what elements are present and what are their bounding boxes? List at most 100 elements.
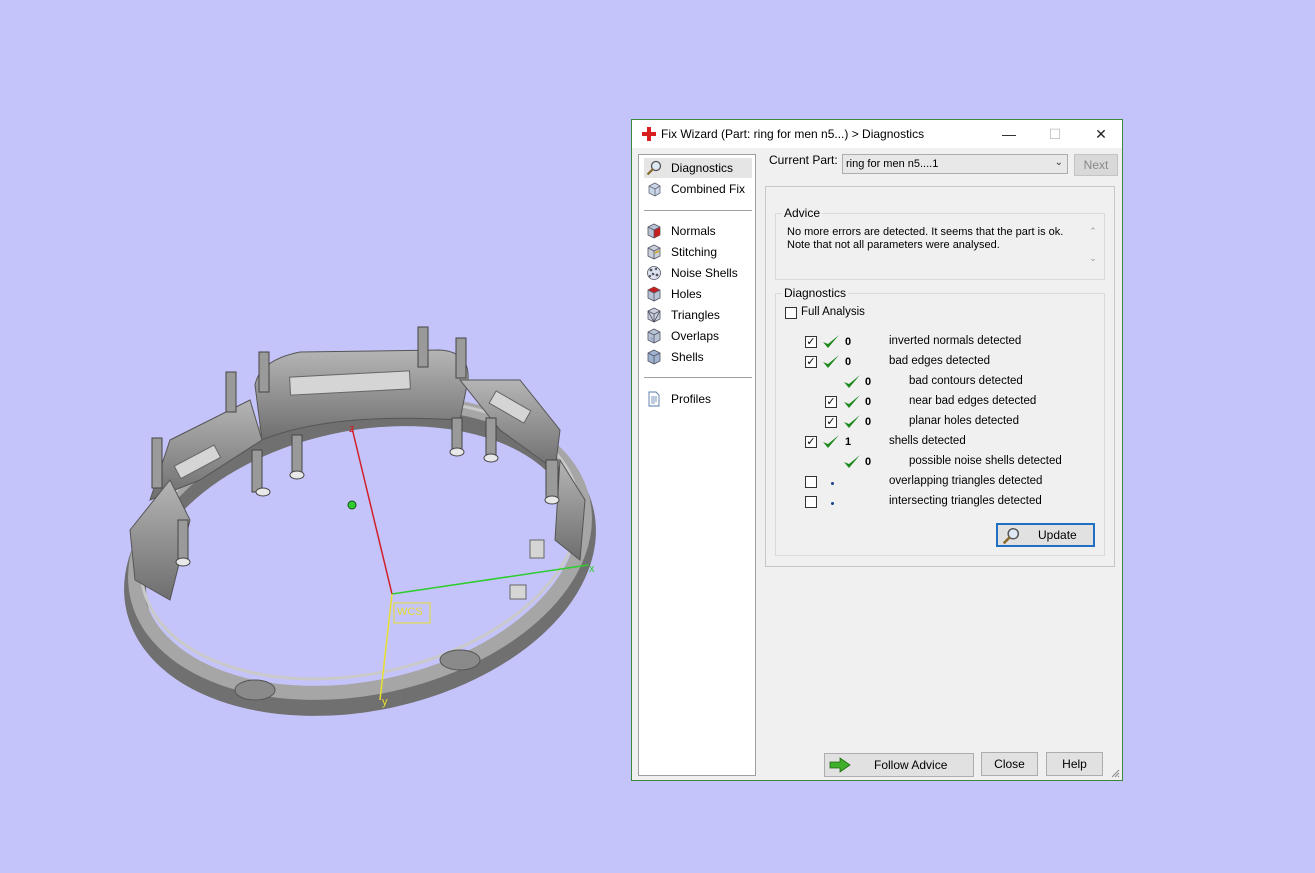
document-icon (648, 391, 660, 407)
planar-holes-checkbox[interactable]: ✓ (825, 416, 837, 428)
shells-count: 1 (845, 436, 852, 448)
shells-checkbox[interactable]: ✓ (805, 436, 817, 448)
noise-shells-count: 0 (865, 456, 872, 468)
ring-model-render (124, 326, 596, 716)
noise-shells-icon (647, 266, 661, 280)
current-part-select[interactable]: ring for men n5....1 ⌄ (842, 154, 1068, 174)
nav-label: Overlaps (671, 329, 720, 343)
intersecting-triangles-checkbox[interactable] (805, 496, 817, 508)
red-cross-icon (642, 127, 656, 141)
nav-item-shells[interactable]: Shells (644, 347, 752, 367)
near-bad-edges-checkbox[interactable]: ✓ (825, 396, 837, 408)
nav-label: Normals (671, 224, 716, 238)
inverted-normals-checkbox[interactable]: ✓ (805, 336, 817, 348)
near-bad-edges-count: 0 (865, 396, 872, 408)
bad-contours-label: bad contours detected (909, 375, 1023, 387)
nav-item-stitching[interactable]: Stitching (644, 242, 752, 262)
planar-holes-label: planar holes detected (909, 415, 1019, 427)
cube-hole-icon (647, 286, 661, 302)
close-window-button[interactable]: ✕ (1078, 120, 1124, 148)
magnifier-icon (646, 160, 662, 176)
advice-legend: Advice (784, 206, 821, 220)
advice-scrollbar[interactable]: ⌃ ⌄ (1085, 226, 1101, 270)
wcs-label: WCS (397, 606, 423, 618)
bad-edges-label: bad edges detected (889, 355, 991, 367)
resize-grip-icon[interactable] (1110, 768, 1120, 778)
help-button[interactable]: Help (1046, 752, 1103, 776)
z-axis-line (351, 427, 393, 595)
update-button[interactable]: Update (996, 523, 1095, 547)
inverted-normals-count: 0 (845, 336, 852, 348)
y-axis-label: y (382, 696, 388, 708)
follow-advice-button[interactable]: Follow Advice (824, 753, 974, 777)
bad-contours-count: 0 (865, 376, 872, 388)
green-check-icon (844, 395, 860, 408)
intersecting-triangles-label: intersecting triangles detected (889, 495, 1042, 507)
cube-stitch-icon (647, 244, 661, 260)
scroll-down-icon[interactable]: ⌄ (1085, 253, 1101, 264)
current-part-value: ring for men n5....1 (846, 158, 939, 170)
cube-icon (648, 182, 661, 197)
green-check-icon (844, 415, 860, 428)
follow-advice-label: Follow Advice (874, 758, 948, 772)
nav-label: Combined Fix (671, 182, 746, 196)
chevron-down-icon: ⌄ (1054, 157, 1063, 168)
nav-label: Triangles (671, 308, 720, 322)
nav-label: Shells (671, 350, 704, 364)
full-analysis-checkbox[interactable] (785, 307, 797, 319)
shells-icon (647, 349, 661, 365)
minimize-button[interactable]: — (986, 120, 1032, 148)
nav-item-holes[interactable]: Holes (644, 284, 752, 304)
title-bar[interactable]: Fix Wizard (Part: ring for men n5...) > … (632, 120, 1122, 148)
nav-label: Noise Shells (671, 266, 738, 280)
noise-shells-label: possible noise shells detected (909, 455, 1062, 467)
wizard-nav-panel: Diagnostics Combined Fix Normals Stitchi… (638, 154, 756, 776)
3d-viewport[interactable]: z x y WCS (0, 0, 620, 873)
nav-label: Holes (671, 287, 702, 301)
close-button[interactable]: Close (981, 752, 1038, 776)
overlapping-triangles-checkbox[interactable] (805, 476, 817, 488)
overlapping-triangles-label: overlapping triangles detected (889, 475, 1043, 487)
window-title: Fix Wizard (Part: ring for men n5...) > … (661, 127, 925, 141)
nav-label: Diagnostics (671, 161, 734, 175)
nav-label: Profiles (671, 392, 712, 406)
nav-divider (644, 377, 752, 378)
maximize-button[interactable]: ☐ (1032, 120, 1078, 148)
green-check-icon (823, 435, 839, 448)
green-check-icon (844, 375, 860, 388)
nav-item-overlaps[interactable]: Overlaps (644, 326, 752, 346)
z-axis-label: z (349, 423, 355, 435)
green-check-icon (823, 335, 839, 348)
planar-holes-count: 0 (865, 416, 872, 428)
full-analysis-label: Full Analysis (801, 306, 865, 318)
nav-item-noise-shells[interactable]: Noise Shells (644, 263, 752, 283)
diagnostics-legend: Diagnostics (784, 286, 847, 300)
shells-label: shells detected (889, 435, 966, 447)
nav-divider (644, 210, 752, 211)
inverted-normals-label: inverted normals detected (889, 335, 1022, 347)
bad-edges-checkbox[interactable]: ✓ (805, 356, 817, 368)
next-button[interactable]: Next (1074, 154, 1118, 176)
nav-label: Stitching (671, 245, 718, 259)
nav-item-triangles[interactable]: Triangles (644, 305, 752, 325)
scroll-up-icon[interactable]: ⌃ (1085, 226, 1101, 237)
cube-overlap-icon (647, 328, 661, 344)
advice-text: No more errors are detected. It seems th… (787, 226, 1064, 251)
magnifier-icon (1002, 527, 1020, 545)
not-analysed-dot-icon (831, 482, 834, 485)
green-check-icon (844, 455, 860, 468)
nav-item-profiles[interactable]: Profiles (644, 389, 752, 409)
fix-wizard-window: Fix Wizard (Part: ring for men n5...) > … (631, 119, 1123, 781)
nav-item-combined-fix[interactable]: Combined Fix (644, 179, 752, 199)
x-axis-label: x (589, 563, 595, 575)
nav-item-diagnostics[interactable]: Diagnostics (644, 158, 752, 178)
update-label: Update (1038, 528, 1077, 542)
current-part-label: Current Part: (769, 153, 838, 167)
near-bad-edges-label: near bad edges detected (909, 395, 1037, 407)
arrow-right-icon (829, 757, 851, 773)
cube-triangles-icon (647, 307, 661, 323)
green-check-icon (823, 355, 839, 368)
bad-edges-count: 0 (845, 356, 852, 368)
nav-item-normals[interactable]: Normals (644, 221, 752, 241)
cube-red-face-icon (647, 223, 661, 239)
